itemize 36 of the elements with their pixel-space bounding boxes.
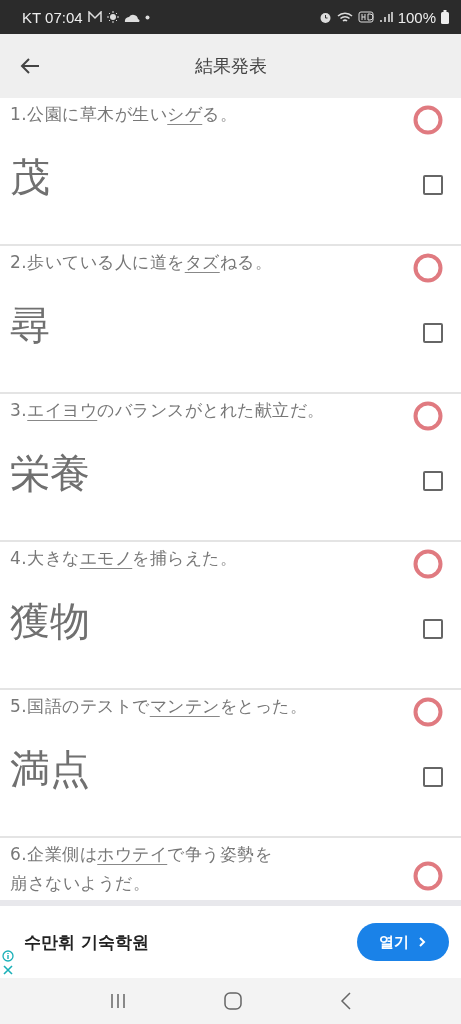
mail-icon [87,11,102,23]
open-button[interactable]: 열기 [357,923,449,961]
question-text: 4.大きなエモノ を捕らえた。 [10,547,238,570]
ad-title: 수만휘 기숙학원 [24,930,150,954]
question-text: 6.企業側はホウテイ で争う姿勢を 崩さないようだ。 [10,843,273,892]
chevron-icon [417,936,427,948]
arrow-left-icon [20,57,40,75]
checkbox[interactable] [423,470,443,491]
checkbox[interactable] [423,322,443,343]
answer-kanji: 尋 [10,301,50,350]
screen-title: 結果発表 [194,54,267,78]
close-icon[interactable] [2,964,14,976]
sun-icon [106,11,119,23]
back-icon[interactable] [339,991,354,1011]
checkbox[interactable] [423,174,443,195]
signal-icon [378,11,393,23]
dot-icon [144,14,150,20]
wifi-icon [336,10,353,24]
checkbox[interactable] [423,766,443,787]
hd-icon [357,11,374,23]
home-icon[interactable] [223,991,244,1011]
answer-kanji: 栄養 [10,449,90,498]
answer-kanji: 獲物 [10,597,90,646]
question-text: 2.歩いている人に道を タズねる。 [10,251,273,274]
question-text: 3.エイヨウのバランスがとれた献立だ。 [10,399,325,422]
question-text: 1.公園に草木が生いシゲる。 [10,103,238,126]
cloud-icon [123,12,140,22]
battery-percent: 100% [397,8,436,26]
alarm-icon [318,10,332,24]
question-text: 5.国語のテストでマンテン をとった。 [10,695,308,718]
checkbox[interactable] [423,618,443,639]
status-time: KT 07:04 [22,8,83,26]
answer-kanji: 満点 [10,745,90,794]
info-icon[interactable] [2,950,14,962]
answer-kanji: 茂 [10,153,50,202]
battery-icon [441,10,449,24]
